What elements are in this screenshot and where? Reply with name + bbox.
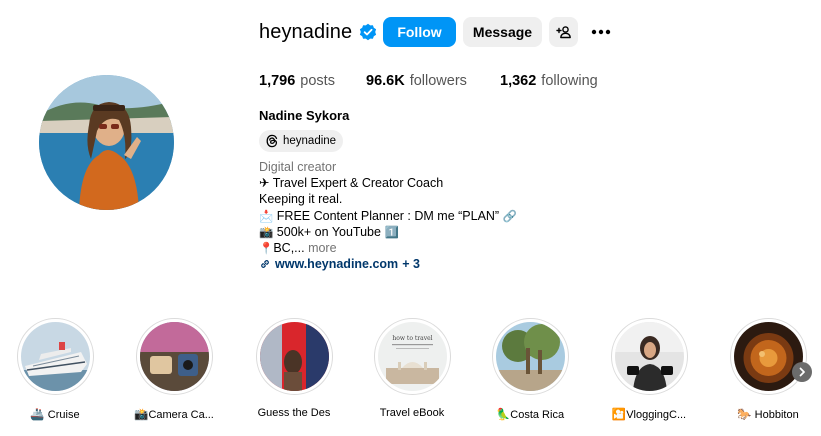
full-name: Nadine Sykora	[259, 108, 350, 123]
highlight-ring	[610, 318, 688, 395]
verified-badge-icon	[359, 23, 377, 41]
avatar-image	[39, 75, 174, 210]
threads-handle: heynadine	[283, 135, 337, 147]
highlight-cover-image	[614, 322, 684, 391]
bio-line-2: Keeping it real.	[259, 192, 343, 207]
highlight-ring	[255, 318, 333, 395]
highlight-label: 🎦VloggingC...	[612, 407, 686, 421]
bio-line-3-text: FREE Content Planner : DM me “PLAN”	[273, 208, 503, 223]
highlight-cover-image	[20, 322, 90, 391]
highlight-label: Travel eBook	[380, 407, 444, 419]
highlight-cover-image	[733, 322, 803, 391]
link-emoji-icon: 🔗	[502, 208, 517, 223]
highlight-title: Costa Rica	[510, 409, 565, 421]
highlight-cover-image	[139, 322, 209, 391]
posts-stat: 1,796 posts	[259, 73, 366, 89]
highlight-title: Cruise	[47, 409, 80, 421]
threads-icon	[266, 134, 278, 148]
profile-stats: 1,796 posts 96.6K followers 1,362 follow…	[259, 73, 598, 89]
highlight-vlogging-camera[interactable]: 🎦VloggingC...	[606, 318, 692, 421]
highlight-ring	[135, 318, 213, 395]
highlight-title: Camera Ca...	[148, 409, 214, 421]
highlight-label: 🚢 Cruise	[30, 407, 79, 421]
website-link[interactable]: www.heynadine.com	[275, 256, 398, 272]
highlight-label: 🦜Costa Rica	[496, 407, 564, 421]
highlight-cruise[interactable]: 🚢 Cruise	[12, 318, 98, 421]
highlight-title: VloggingC...	[626, 409, 687, 421]
highlight-title: Guess the Des	[257, 407, 331, 419]
highlight-ring	[729, 318, 807, 395]
bio-category: Digital creator	[259, 160, 337, 174]
envelope-icon: 📩	[259, 208, 274, 223]
keycap-one-icon: 1️⃣	[384, 224, 399, 239]
profile-header: heynadine	[259, 17, 377, 47]
followers-label: followers	[409, 73, 467, 89]
highlights-next-button[interactable]	[792, 362, 812, 382]
bio-line-5: 📍BC,... more	[259, 240, 517, 256]
highlight-camera-cases[interactable]: 📸Camera Ca...	[131, 318, 217, 421]
highlight-label: 🐎 Hobbiton	[737, 407, 798, 421]
highlight-cover-image	[495, 322, 565, 391]
threads-link[interactable]: heynadine	[259, 130, 344, 152]
story-highlights: 🚢 Cruise 📸Camera Ca... Guess the Des how…	[0, 318, 821, 428]
message-button[interactable]: Message	[463, 17, 542, 47]
chevron-right-icon	[799, 367, 805, 377]
follow-button[interactable]: Follow	[383, 17, 456, 47]
highlight-label: 📸Camera Ca...	[134, 407, 214, 421]
more-options-button[interactable]	[588, 17, 614, 47]
followers-stat[interactable]: 96.6K followers	[366, 73, 500, 89]
highlight-title: Travel eBook	[379, 407, 445, 419]
parrot-icon: 🦜	[495, 407, 511, 421]
following-stat[interactable]: 1,362 following	[500, 73, 598, 89]
followers-count: 96.6K	[366, 73, 405, 89]
add-person-icon	[555, 26, 571, 39]
following-count: 1,362	[500, 73, 537, 89]
highlight-cover-image: how to travel	[377, 322, 447, 391]
bio-more-link[interactable]: more	[308, 241, 336, 255]
posts-count: 1,796	[259, 73, 296, 89]
camera-icon: 📸	[134, 407, 149, 421]
link-icon	[261, 260, 269, 269]
highlight-ring	[491, 318, 569, 395]
ebook-cover-title: how to travel	[392, 335, 432, 342]
following-label: following	[541, 73, 598, 89]
bio: Digital creator ✈ Travel Expert & Creato…	[259, 159, 517, 272]
horse-icon: 🐎	[737, 407, 752, 421]
bio-line-5-text: BC,...	[273, 241, 309, 256]
video-camera-icon: 🎦	[611, 407, 627, 421]
suggested-accounts-button[interactable]	[549, 17, 578, 47]
ship-icon: 🚢	[30, 407, 45, 421]
highlight-costa-rica[interactable]: 🦜Costa Rica	[487, 318, 573, 421]
profile-avatar[interactable]	[39, 75, 174, 210]
camera-icon: 📸	[259, 224, 274, 239]
highlight-ring: how to travel	[373, 318, 451, 395]
highlight-guess-the-destination[interactable]: Guess the Des	[251, 318, 337, 419]
highlight-cover-image	[259, 322, 329, 391]
bio-line-4: 📸 500k+ on YouTube 1️⃣	[259, 224, 517, 240]
more-links-count[interactable]: + 3	[402, 256, 420, 272]
bio-line-1: ✈ Travel Expert & Creator Coach	[259, 176, 444, 191]
highlight-travel-ebook[interactable]: how to travel Travel eBook	[369, 318, 455, 419]
pin-icon: 📍	[259, 241, 274, 256]
highlight-label: Guess the Des	[258, 407, 331, 419]
bio-line-3: 📩 FREE Content Planner : DM me “PLAN” 🔗	[259, 208, 517, 224]
highlight-title: Hobbiton	[754, 409, 799, 421]
more-dots-icon	[591, 29, 611, 35]
highlight-ring	[16, 318, 94, 395]
bio-line-4-text: 500k+ on YouTube	[273, 224, 385, 239]
username: heynadine	[259, 20, 353, 43]
posts-label: posts	[300, 73, 335, 89]
website-link-row[interactable]: www.heynadine.com + 3	[259, 256, 517, 272]
